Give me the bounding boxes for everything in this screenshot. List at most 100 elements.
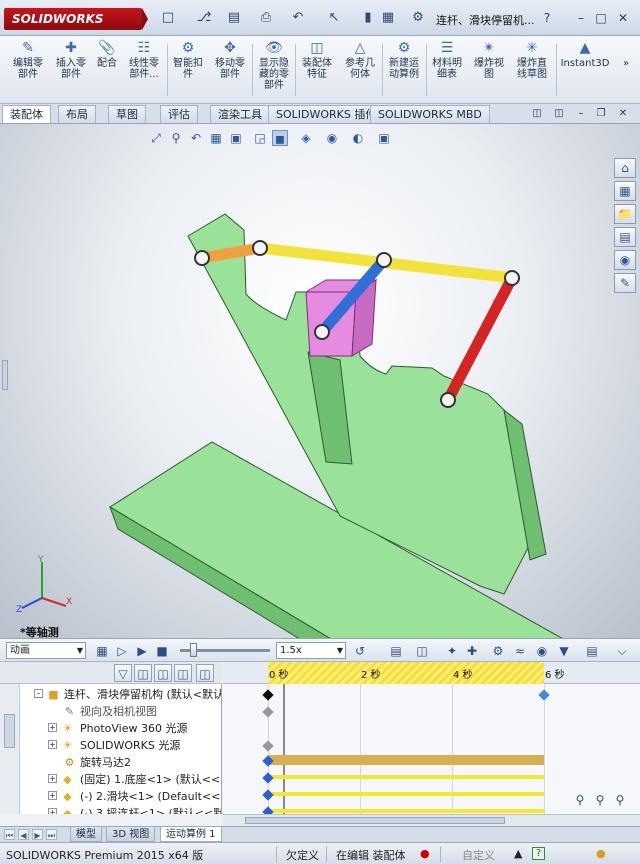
next-tab-icon[interactable]: ▶ [32, 829, 43, 840]
tree-item[interactable]: ⚙ 旋转马达2 [0, 754, 221, 771]
tree-item[interactable]: + ☀ PhotoView 360 光源 [0, 720, 221, 737]
tree-scrollbar[interactable] [0, 684, 20, 814]
tab-solidworks-addins[interactable]: SOLIDWORKS 插件 [268, 105, 385, 123]
tree-item[interactable]: + ◆ (-) 2.滑块<1> (Default<<D [0, 788, 221, 805]
move-component-button[interactable]: ✥ 移动零 部件 [208, 40, 252, 100]
restore-icon[interactable]: □ [594, 11, 608, 25]
solidworks-logo[interactable]: SOLIDWORKS [4, 8, 148, 30]
expand-icon[interactable]: + [48, 791, 57, 800]
timeline[interactable]: 0 秒 2 秒 4 秒 6 秒 ⚲ ⚲ ⚲ [223, 662, 640, 814]
feature-manager-toggle[interactable] [2, 360, 8, 390]
view-palette-icon[interactable]: ▤ [614, 227, 636, 247]
first-tab-icon[interactable]: ⏮ [4, 829, 15, 840]
tile-icon[interactable]: ◫ [530, 107, 544, 121]
stop-icon[interactable]: ■ [154, 643, 170, 659]
tree-root[interactable]: – ■ 连杆、滑块停留机构 (默认<默认 [0, 686, 221, 703]
keyframe[interactable] [538, 689, 550, 701]
print-icon[interactable]: ⎙ [258, 10, 274, 26]
design-library-icon[interactable]: ▦ [614, 181, 636, 201]
calculate-icon[interactable]: ▦ [94, 643, 110, 659]
motor-timeline-bar[interactable] [268, 755, 544, 765]
insert-components-button[interactable]: ✚ 插入零 部件 [50, 40, 92, 100]
scroll-thumb[interactable] [245, 817, 505, 824]
filter-driving-icon[interactable]: ◫ [134, 664, 152, 682]
expand-icon[interactable]: + [48, 774, 57, 783]
tab-3d-views[interactable]: 3D 视图 [106, 827, 156, 842]
study-type-select[interactable]: 动画 ▼ [6, 642, 86, 659]
new-document-icon[interactable]: □ [160, 10, 176, 26]
collapse-motion-manager-icon[interactable]: ⌵ [614, 643, 630, 659]
rebuild-indicator-icon[interactable]: ● [420, 847, 430, 860]
tab-layout[interactable]: 布局 [58, 105, 96, 123]
zoom-to-fit-timeline-icon[interactable]: ⚲ [612, 792, 628, 808]
keyframe[interactable] [262, 806, 274, 814]
gravity-icon[interactable]: ▼ [556, 643, 572, 659]
animation-wizard-icon[interactable]: ◫ [414, 643, 430, 659]
save-animation-icon[interactable]: ▤ [388, 643, 404, 659]
part-timeline-bar[interactable] [268, 792, 544, 796]
tile-horizontal-icon[interactable]: ◫ [552, 107, 566, 121]
rebuild-icon[interactable]: ▮ [360, 10, 376, 26]
assembly-model[interactable] [0, 124, 640, 638]
restore-doc-icon[interactable]: ❐ [594, 107, 608, 121]
timeline-scrollbar[interactable] [223, 814, 640, 826]
results-icon[interactable]: ▤ [584, 643, 600, 659]
tab-motion-study-1[interactable]: 运动算例 1 [160, 827, 222, 842]
notification-icon[interactable]: ● [596, 847, 606, 860]
new-motion-study-button[interactable]: ⚙ 新建运 动算例 [383, 40, 425, 100]
zoom-out-icon[interactable]: ⚲ [572, 792, 588, 808]
tree-item[interactable]: ✎ 视向及相机视图 [0, 703, 221, 720]
tab-solidworks-mbd[interactable]: SOLIDWORKS MBD [370, 105, 490, 123]
help-button[interactable]: ? [532, 847, 545, 860]
graphics-area[interactable]: ⤢ ⚲ ↶ ▦ ▣ ◲ ◼ ◈ ◉ ◐ ▣ Y X Z *等轴测 ⌂ ▦ 📁 ▤… [0, 124, 640, 638]
explode-line-sketch-button[interactable]: ✳ 爆炸直 线草图 [510, 40, 554, 100]
tree-item[interactable]: + ◆ (固定) 1.底座<1> (默认<<默 [0, 771, 221, 788]
part-timeline-bar[interactable] [268, 809, 544, 813]
keyframe[interactable] [262, 689, 274, 701]
assembly-features-button[interactable]: ◫ 装配体 特征 [296, 40, 338, 100]
last-tab-icon[interactable]: ⏭ [46, 829, 57, 840]
options-icon[interactable]: ⚙ [410, 10, 426, 26]
custom-units[interactable]: 自定义 [462, 847, 495, 863]
file-explorer-icon[interactable]: 📁 [614, 204, 636, 224]
motor-icon[interactable]: ⚙ [490, 643, 506, 659]
playback-speed-select[interactable]: 1.5x ▼ [276, 642, 346, 659]
expand-icon[interactable]: + [48, 723, 57, 732]
play-icon[interactable]: ▶ [134, 643, 150, 659]
save-icon[interactable]: ▤ [226, 10, 242, 26]
minimize-doc-icon[interactable]: – [574, 107, 588, 121]
file-properties-icon[interactable]: ▦ [380, 10, 396, 26]
tab-evaluate[interactable]: 评估 [160, 105, 198, 123]
bill-of-materials-button[interactable]: ☰ 材料明 细表 [427, 40, 467, 100]
expand-icon[interactable]: + [48, 808, 57, 814]
edit-component-button[interactable]: ✎ 编辑零 部件 [6, 40, 50, 100]
add-key-icon[interactable]: ✚ [464, 643, 480, 659]
part-timeline-bar[interactable] [268, 775, 544, 779]
tab-model[interactable]: 模型 [70, 827, 102, 842]
select-icon[interactable]: ↖ [326, 10, 342, 26]
show-hidden-components-button[interactable]: 👁 显示隐 藏的零 部件 [254, 40, 294, 100]
playback-slider-thumb[interactable] [190, 643, 197, 657]
keyframe[interactable] [262, 740, 274, 752]
help-icon[interactable]: ? [540, 11, 554, 25]
autokey-filter-icon[interactable]: ◫ [196, 664, 214, 682]
autokey-icon[interactable]: ✦ [444, 643, 460, 659]
undo-icon[interactable]: ↶ [290, 10, 306, 26]
prev-tab-icon[interactable]: ◀ [18, 829, 29, 840]
filter-results-icon[interactable]: ◫ [174, 664, 192, 682]
contact-icon[interactable]: ◉ [534, 643, 550, 659]
filter-selected-icon[interactable]: ◫ [154, 664, 172, 682]
instant3d-button[interactable]: ▲ Instant3D [558, 40, 612, 100]
minimize-icon[interactable]: – [574, 11, 588, 25]
tab-render-tools[interactable]: 渲染工具 [210, 105, 270, 123]
timeline-ruler[interactable]: 0 秒 2 秒 4 秒 6 秒 [223, 662, 640, 684]
tab-sketch[interactable]: 草图 [108, 105, 146, 123]
spring-icon[interactable]: ≈ [512, 643, 528, 659]
linear-pattern-button[interactable]: ☷ 线性零 部件... [122, 40, 166, 100]
close-icon[interactable]: ✕ [616, 11, 630, 25]
zoom-in-icon[interactable]: ⚲ [592, 792, 608, 808]
collapse-icon[interactable]: – [34, 689, 43, 698]
playback-mode-icon[interactable]: ↺ [352, 643, 368, 659]
tree-item[interactable]: + ☀ SOLIDWORKS 光源 [0, 737, 221, 754]
filter-animated-icon[interactable]: ▽ [114, 664, 132, 682]
